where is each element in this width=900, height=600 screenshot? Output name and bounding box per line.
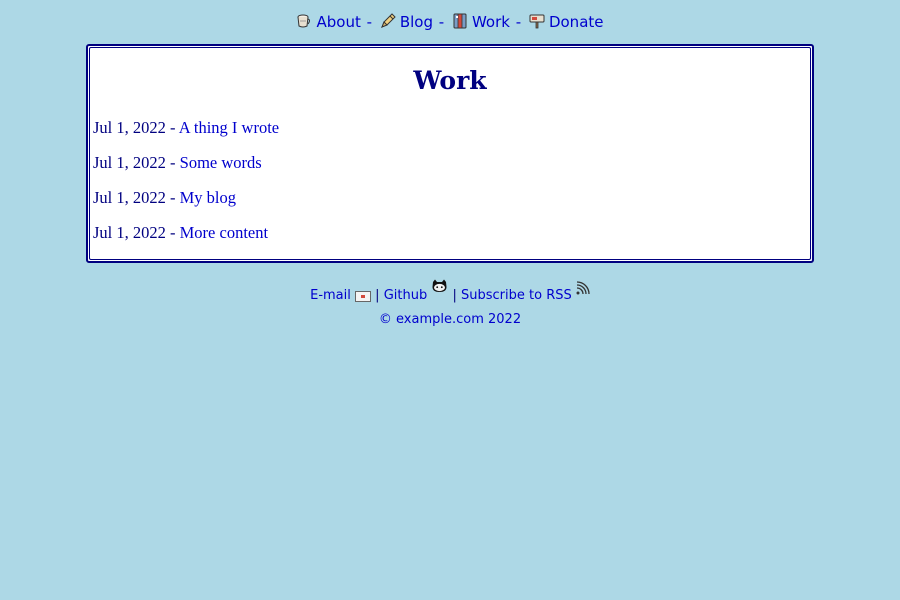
list-item: Jul 1, 2022 - My blog — [93, 188, 236, 208]
rss-link[interactable]: Subscribe to RSS — [461, 288, 572, 303]
nav-link-donate[interactable]: Donate — [549, 13, 604, 31]
entry-separator: - — [165, 153, 180, 172]
nav-link-about[interactable]: About — [316, 13, 360, 31]
rss-icon[interactable] — [576, 281, 590, 295]
content-card: Work Jul 1, 2022 - A thing I wrote Jul 1… — [86, 44, 814, 263]
nav-separator: - — [438, 13, 445, 31]
entry-link[interactable]: My blog — [180, 188, 236, 207]
list-item: Jul 1, 2022 - A thing I wrote — [93, 118, 279, 138]
entry-separator: - — [165, 223, 180, 242]
copyright-text: © example.com 2022 — [378, 312, 522, 327]
nav-link-work[interactable]: Work — [472, 13, 510, 31]
entry-date: Jul 1, 2022 — [93, 118, 166, 137]
entry-date: Jul 1, 2022 — [93, 153, 166, 172]
nav-item-donate[interactable]: Donate — [529, 13, 604, 31]
nav-separator: - — [515, 13, 522, 31]
list-item: Jul 1, 2022 - More content — [93, 223, 268, 243]
briefcase-icon — [453, 13, 467, 29]
footer-divider: | — [452, 288, 457, 303]
footer-links: E-mail | Github | Subscribe to RSS — [0, 279, 900, 307]
pen-icon — [380, 13, 396, 28]
entry-date: Jul 1, 2022 — [93, 188, 166, 207]
github-link[interactable]: Github — [384, 288, 428, 303]
entry-link[interactable]: More content — [180, 223, 268, 242]
entry-link[interactable]: Some words — [180, 153, 262, 172]
envelope-icon[interactable] — [355, 290, 372, 302]
nav-item-blog[interactable]: Blog — [380, 13, 438, 31]
entry-date: Jul 1, 2022 — [93, 223, 166, 242]
page-title: Work — [413, 66, 487, 95]
nav-separator: - — [366, 13, 373, 31]
list-item: Jul 1, 2022 - Some words — [93, 153, 262, 173]
nav-item-about[interactable]: About — [296, 13, 365, 31]
entry-separator: - — [165, 188, 180, 207]
github-icon[interactable] — [431, 279, 448, 295]
footer-divider: | — [375, 288, 380, 303]
nav-link-blog[interactable]: Blog — [400, 13, 433, 31]
mug-icon — [297, 14, 311, 28]
mailbox-icon — [529, 14, 545, 29]
nav-item-work[interactable]: Work — [452, 13, 515, 31]
entry-link[interactable]: A thing I wrote — [179, 118, 279, 137]
entry-separator: - — [165, 118, 179, 137]
email-link[interactable]: E-mail — [310, 288, 351, 303]
top-navigation: About - Blog - Work - Donate — [0, 11, 900, 33]
